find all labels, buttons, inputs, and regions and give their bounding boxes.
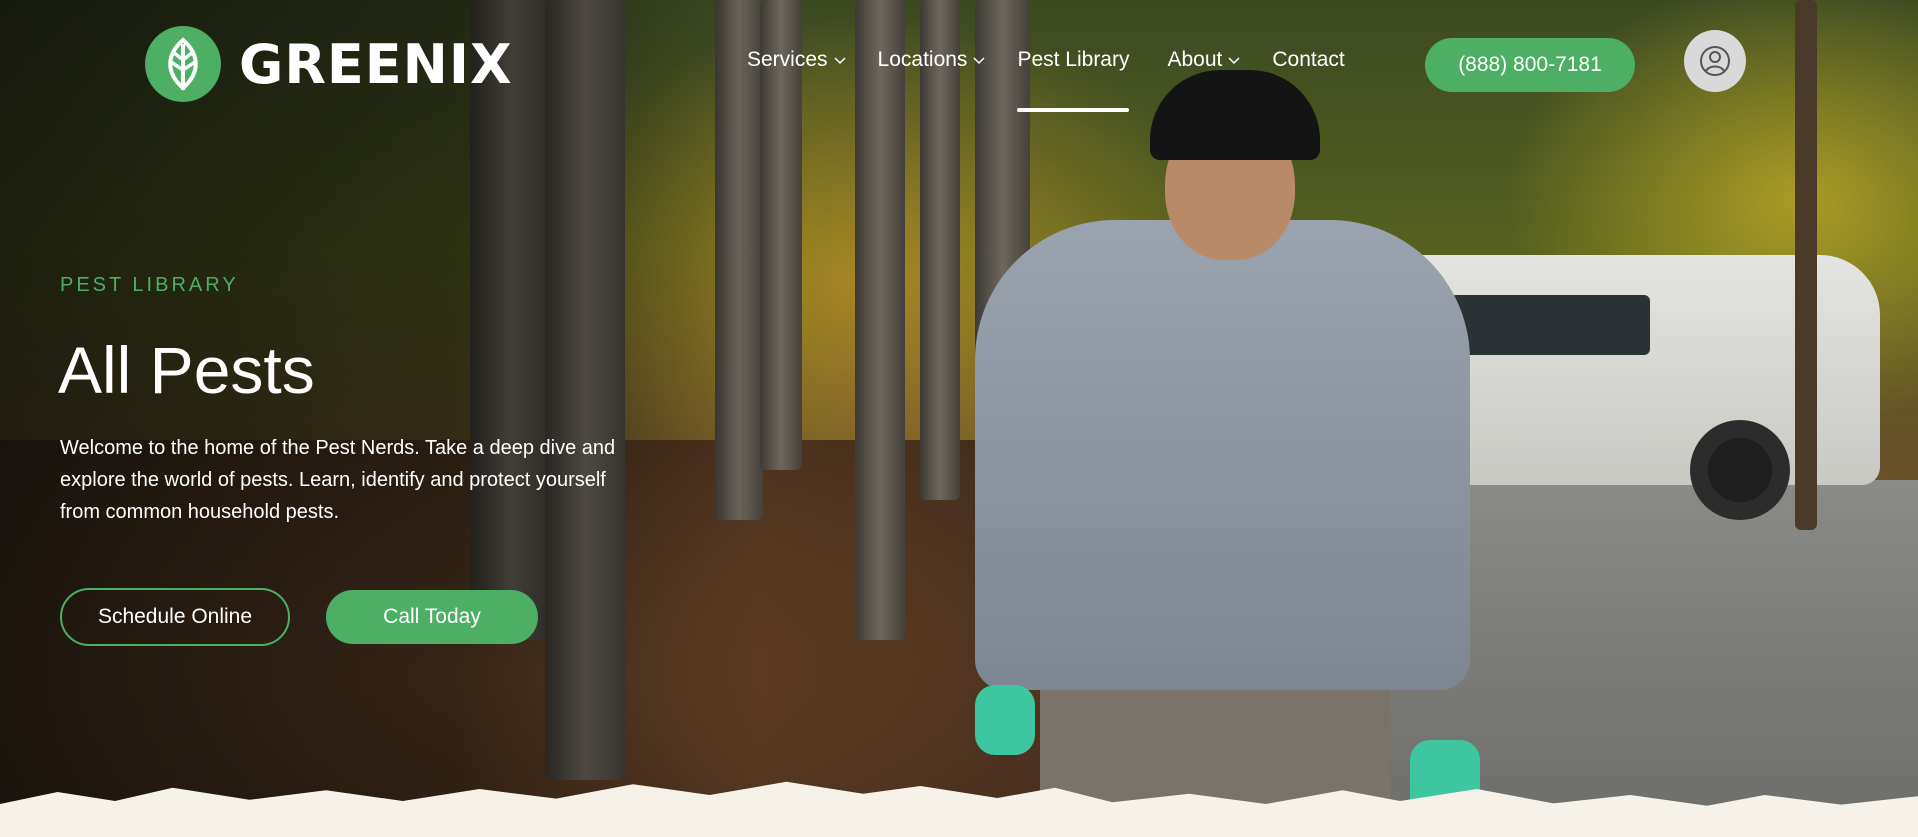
hero-eyebrow: PEST LIBRARY <box>60 274 239 296</box>
chevron-down-icon <box>973 57 985 65</box>
technician-glove <box>975 685 1035 755</box>
brand-logo[interactable]: GREENIX <box>145 26 513 102</box>
leaf-icon <box>145 26 221 102</box>
nav-item-pest-library[interactable]: Pest Library <box>1017 48 1130 112</box>
schedule-online-button[interactable]: Schedule Online <box>60 588 290 646</box>
call-today-button[interactable]: Call Today <box>326 590 538 644</box>
main-nav: Services Locations Pest Library About Co… <box>747 48 1377 112</box>
account-button[interactable] <box>1684 30 1746 92</box>
nav-item-label: Contact <box>1272 48 1345 71</box>
truck-wheel <box>1690 420 1790 520</box>
technician-shirt <box>975 220 1470 690</box>
truck-window <box>1450 295 1650 355</box>
nav-item-services[interactable]: Services <box>747 48 846 72</box>
chevron-down-icon <box>834 57 846 65</box>
brand-name: GREENIX <box>239 32 513 96</box>
hero-description: Welcome to the home of the Pest Nerds. T… <box>60 437 616 523</box>
page-title: All Pests <box>58 333 315 407</box>
nav-item-about[interactable]: About <box>1167 48 1240 72</box>
hero-overlay <box>0 0 760 837</box>
site-header: GREENIX Services Locations Pest Library … <box>0 0 1918 120</box>
chevron-down-icon <box>1228 57 1240 65</box>
phone-button[interactable]: (888) 800-7181 <box>1425 38 1635 92</box>
nav-item-label: Pest Library <box>1017 48 1130 71</box>
hero-section: GREENIX Services Locations Pest Library … <box>0 0 1918 837</box>
nav-item-label: Services <box>747 48 828 71</box>
nav-item-label: Locations <box>877 48 968 71</box>
nav-item-contact[interactable]: Contact <box>1272 48 1344 72</box>
nav-item-locations[interactable]: Locations <box>878 48 986 72</box>
user-circle-icon <box>1700 46 1730 76</box>
nav-item-label: About <box>1167 48 1223 71</box>
